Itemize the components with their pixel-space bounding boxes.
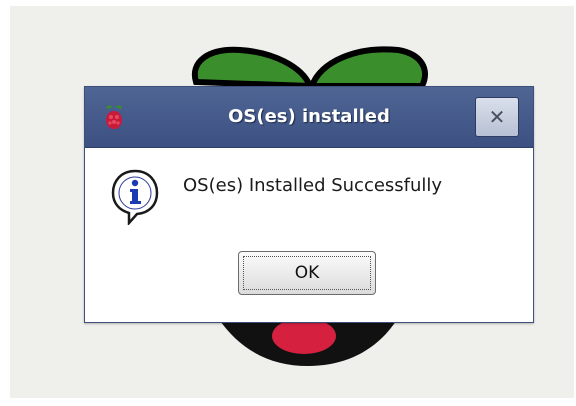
raspberry-leaf-left — [191, 46, 315, 90]
dialog-message: OS(es) Installed Successfully — [183, 175, 443, 196]
ok-button[interactable]: OK — [238, 251, 376, 295]
ok-button-label: OK — [294, 263, 320, 283]
info-icon — [111, 169, 159, 225]
install-success-dialog: OS(es) installed ✕ OS(es) Installed Succ… — [84, 86, 534, 323]
desktop: OS(es) installed ✕ OS(es) Installed Succ… — [10, 6, 574, 398]
dialog-title: OS(es) installed — [228, 106, 390, 127]
dialog-titlebar: OS(es) installed ✕ — [85, 87, 533, 148]
raspberry-icon — [106, 105, 122, 129]
close-button[interactable]: ✕ — [475, 97, 519, 137]
raspberry-berry-red — [272, 318, 336, 354]
close-icon[interactable]: ✕ — [476, 105, 518, 129]
raspberry-leaf-right — [307, 46, 428, 89]
